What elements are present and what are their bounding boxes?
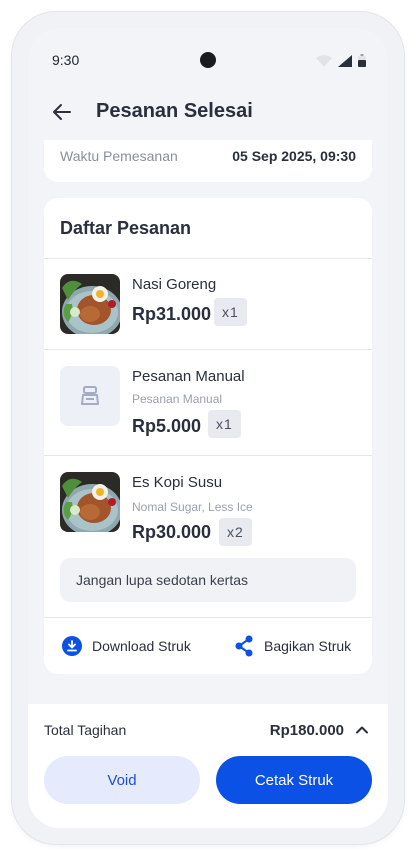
signal-icon: [338, 54, 352, 67]
print-receipt-button[interactable]: Cetak Struk: [216, 756, 372, 804]
order-item[interactable]: Pesanan Manual Pesanan Manual Rp5.000 x1: [60, 366, 356, 438]
total-label: Total Tagihan: [44, 722, 127, 738]
divider: [44, 617, 372, 618]
divider: [44, 455, 372, 456]
order-time-label: Waktu Pemesanan: [60, 148, 178, 164]
back-button[interactable]: [48, 98, 76, 126]
page-title: Pesanan Selesai: [96, 100, 253, 122]
fried-rice-image: [60, 274, 120, 334]
item-note: Nomal Sugar, Less Ice: [132, 500, 253, 514]
food-thumbnail: [60, 472, 120, 532]
share-receipt-button[interactable]: Bagikan Struk: [234, 632, 351, 660]
order-item[interactable]: Nasi Goreng Rp31.000 x1: [60, 274, 356, 334]
item-quantity: x1: [214, 298, 247, 326]
divider: [44, 349, 372, 350]
divider: [44, 258, 372, 259]
content-scroll-area[interactable]: Waktu Pemesanan 05 Sep 2025, 09:30 Dafta…: [28, 140, 388, 704]
status-time: 9:30: [52, 52, 80, 68]
status-bar: 9:30: [28, 28, 388, 92]
phone-screen: 9:30 Pesanan Selesai Waktu Pemesanan 05 …: [28, 28, 388, 828]
bottom-summary-bar: Total Tagihan Rp180.000 Void Cetak Struk: [28, 704, 388, 828]
camera-cutout: [200, 52, 216, 68]
order-item[interactable]: Es Kopi Susu Nomal Sugar, Less Ice Rp30.…: [60, 472, 356, 546]
item-placeholder-thumbnail: [60, 366, 120, 426]
item-quantity: x1: [208, 410, 241, 438]
item-price: Rp30.000: [132, 522, 212, 542]
void-button[interactable]: Void: [44, 756, 200, 804]
share-icon: [235, 635, 253, 657]
item-name: Es Kopi Susu: [132, 474, 223, 491]
item-name: Nasi Goreng: [132, 276, 217, 293]
item-price: Rp5.000: [132, 416, 202, 436]
battery-icon: [358, 54, 366, 67]
order-list-title: Daftar Pesanan: [60, 218, 192, 238]
order-note: Jangan lupa sedotan kertas: [60, 558, 356, 602]
order-time-card: Waktu Pemesanan 05 Sep 2025, 09:30: [44, 140, 372, 182]
back-arrow-icon: [53, 104, 71, 120]
iced-coffee-image: [60, 472, 120, 532]
download-receipt-button[interactable]: Download Struk: [62, 632, 191, 660]
total-value: Rp180.000: [269, 722, 344, 739]
download-icon: [62, 636, 82, 656]
order-time-value: 05 Sep 2025, 09:30: [232, 148, 356, 164]
system-icons: [316, 54, 366, 67]
download-receipt-label: Download Struk: [92, 638, 191, 654]
item-quantity: x2: [219, 518, 252, 546]
item-note: Pesanan Manual: [132, 392, 223, 406]
item-name: Pesanan Manual: [132, 368, 245, 385]
food-thumbnail: [60, 274, 120, 334]
chevron-up-icon[interactable]: [354, 722, 370, 738]
share-receipt-label: Bagikan Struk: [264, 638, 352, 654]
wifi-icon: [316, 54, 332, 67]
cash-register-icon: [81, 386, 99, 405]
order-list-card: Daftar Pesanan Nasi Goreng Rp31.000 x1 P…: [44, 198, 372, 674]
app-bar: Pesanan Selesai: [28, 92, 388, 140]
item-price: Rp31.000: [132, 304, 212, 324]
